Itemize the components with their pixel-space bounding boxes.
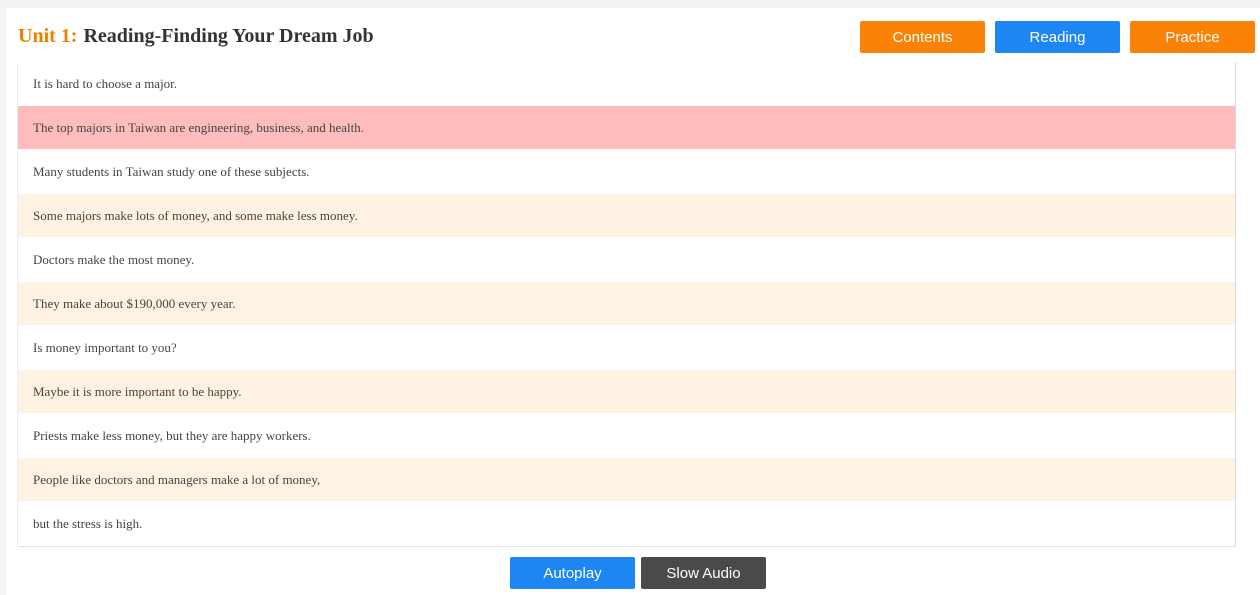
- sentence-row[interactable]: Maybe it is more important to be happy.: [18, 370, 1235, 413]
- autoplay-button[interactable]: Autoplay: [510, 557, 635, 589]
- sentence-row[interactable]: Doctors make the most money.: [18, 238, 1235, 281]
- practice-button[interactable]: Practice: [1130, 21, 1255, 53]
- sentence-row[interactable]: Priests make less money, but they are ha…: [18, 414, 1235, 457]
- left-strip: [0, 8, 6, 595]
- sentence-row[interactable]: The top majors in Taiwan are engineering…: [18, 106, 1235, 149]
- reading-button[interactable]: Reading: [995, 21, 1120, 53]
- unit-label: Unit 1:: [18, 24, 78, 47]
- top-strip: [0, 0, 1260, 8]
- sentence-row[interactable]: Many students in Taiwan study one of the…: [18, 150, 1235, 193]
- sentence-row[interactable]: Some majors make lots of money, and some…: [18, 194, 1235, 237]
- reading-page: Unit 1: Reading-Finding Your Dream Job C…: [0, 0, 1260, 595]
- lesson-title: Reading-Finding Your Dream Job: [83, 24, 374, 47]
- reading-text-panel: It is hard to choose a major. The top maj…: [17, 62, 1236, 547]
- sentence-row[interactable]: but the stress is high.: [18, 502, 1235, 545]
- sentence-row[interactable]: They make about $190,000 every year.: [18, 282, 1235, 325]
- page-title: Unit 1: Reading-Finding Your Dream Job: [18, 18, 374, 54]
- sentence-row[interactable]: Is money important to you?: [18, 326, 1235, 369]
- contents-button[interactable]: Contents: [860, 21, 985, 53]
- sentence-row[interactable]: People like doctors and managers make a …: [18, 458, 1235, 501]
- slow-audio-button[interactable]: Slow Audio: [641, 557, 766, 589]
- sentence-row[interactable]: It is hard to choose a major.: [18, 62, 1235, 105]
